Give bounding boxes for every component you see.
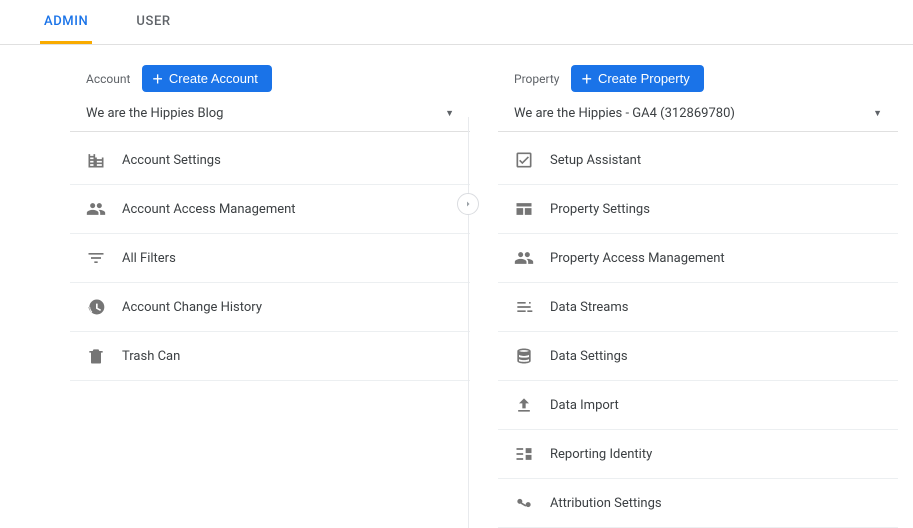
create-property-button[interactable]: + Create Property (571, 65, 703, 92)
building-icon (86, 150, 106, 170)
collapse-column-button[interactable] (457, 193, 479, 215)
history-icon (86, 297, 106, 317)
trash-icon (86, 346, 106, 366)
people-icon (86, 199, 106, 219)
create-account-button[interactable]: + Create Account (142, 65, 271, 92)
layout-icon (514, 199, 534, 219)
streams-icon (514, 297, 534, 317)
property-item-5[interactable]: Data Import (498, 381, 898, 430)
filter-icon (86, 248, 106, 268)
account-column-header: Account + Create Account (70, 65, 470, 92)
account-item-2[interactable]: All Filters (70, 234, 470, 283)
admin-columns: Account + Create Account We are the Hipp… (0, 45, 913, 528)
property-item-6[interactable]: Reporting Identity (498, 430, 898, 479)
account-column: Account + Create Account We are the Hipp… (70, 65, 470, 528)
chevron-down-icon: ▼ (873, 108, 882, 119)
property-menu: Setup Assistant Property Settings Property… (498, 136, 898, 528)
account-item-4[interactable]: Trash Can (70, 332, 470, 381)
property-selected-value: We are the Hippies - GA4 (312869780) (514, 106, 735, 121)
property-item-label: Property Access Management (550, 251, 725, 266)
property-selector[interactable]: We are the Hippies - GA4 (312869780) ▼ (498, 98, 898, 132)
account-item-label: All Filters (122, 251, 176, 266)
account-menu: Account Settings Account Access Managemen… (70, 136, 470, 381)
top-tabs: ADMIN USER (0, 0, 913, 45)
chevron-down-icon: ▼ (445, 108, 454, 119)
plus-icon: + (152, 72, 163, 86)
checkbox-icon (514, 150, 534, 170)
property-item-3[interactable]: Data Streams (498, 283, 898, 332)
property-item-7[interactable]: Attribution Settings (498, 479, 898, 528)
property-item-label: Attribution Settings (550, 496, 662, 511)
account-label: Account (86, 72, 130, 86)
account-item-1[interactable]: Account Access Management (70, 185, 470, 234)
create-property-label: Create Property (598, 71, 690, 86)
property-item-label: Data Streams (550, 300, 628, 315)
property-item-label: Property Settings (550, 202, 650, 217)
property-item-label: Data Settings (550, 349, 628, 364)
account-item-label: Account Settings (122, 153, 221, 168)
identity-icon (514, 444, 534, 464)
account-item-3[interactable]: Account Change History (70, 283, 470, 332)
property-item-label: Reporting Identity (550, 447, 652, 462)
property-item-2[interactable]: Property Access Management (498, 234, 898, 283)
property-column: Property + Create Property We are the Hi… (498, 65, 898, 528)
arrow-right-icon (462, 198, 474, 210)
tab-user[interactable]: USER (132, 0, 174, 44)
account-item-label: Account Change History (122, 300, 262, 315)
column-divider (468, 117, 469, 528)
account-item-label: Trash Can (122, 349, 180, 364)
property-item-1[interactable]: Property Settings (498, 185, 898, 234)
property-item-label: Data Import (550, 398, 619, 413)
account-item-0[interactable]: Account Settings (70, 136, 470, 185)
property-item-label: Setup Assistant (550, 153, 641, 168)
tab-admin[interactable]: ADMIN (40, 0, 92, 44)
property-item-4[interactable]: Data Settings (498, 332, 898, 381)
plus-icon: + (581, 72, 592, 86)
upload-icon (514, 395, 534, 415)
account-selected-value: We are the Hippies Blog (86, 106, 223, 121)
property-label: Property (514, 72, 559, 86)
property-column-header: Property + Create Property (498, 65, 898, 92)
attribution-icon (514, 493, 534, 513)
create-account-label: Create Account (169, 71, 258, 86)
database-icon (514, 346, 534, 366)
people-icon (514, 248, 534, 268)
account-item-label: Account Access Management (122, 202, 296, 217)
account-selector[interactable]: We are the Hippies Blog ▼ (70, 98, 470, 132)
property-item-0[interactable]: Setup Assistant (498, 136, 898, 185)
